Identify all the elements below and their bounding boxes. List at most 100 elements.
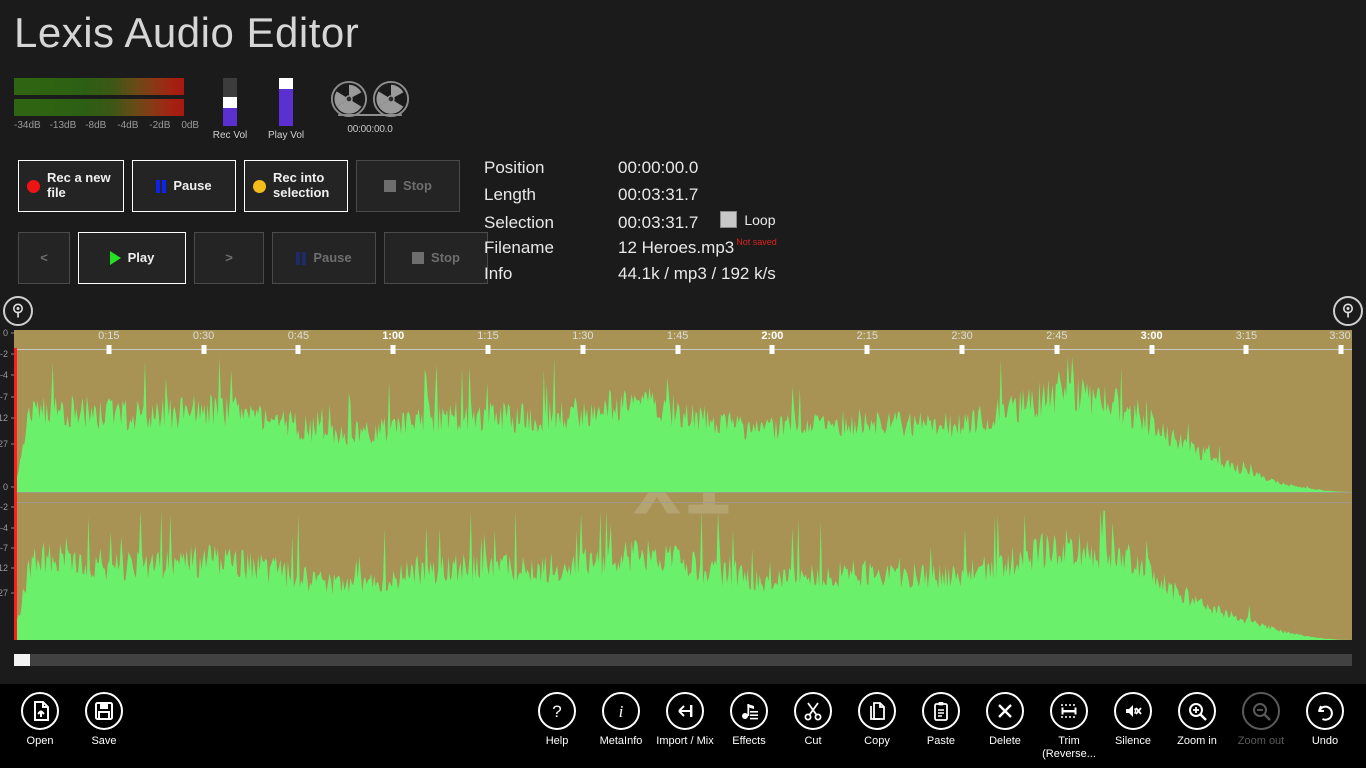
ruler-tick [201,345,207,354]
meter-scale-label: -2dB [149,120,171,131]
rec-pause-button[interactable]: Pause [132,160,236,212]
play-vol[interactable]: Play Vol [268,78,304,141]
meter-scale-label: -13dB [49,120,77,131]
zoom-in-button-label: Zoom in [1177,735,1217,747]
delete-button[interactable]: Delete [969,692,1041,748]
selection-start-marker[interactable] [3,296,33,326]
ruler-label: 2:45 [1046,330,1068,342]
zoom-in-button-circle [1178,692,1216,730]
rec-vol-track[interactable] [223,78,237,126]
metainfo-button[interactable]: i MetaInfo [585,692,657,748]
info-row: Selection 00:03:31.7 Loop [484,211,776,238]
channel-separator-top [14,492,1352,493]
undo-button-circle [1306,692,1344,730]
undo-arrow-icon [1318,705,1333,721]
import-mix-button-circle [666,692,704,730]
save-button[interactable]: Save [68,692,140,748]
meter-scale-label: -34dB [14,120,41,131]
zoom-out-button: Zoom out [1225,692,1297,748]
step-back-button: < [18,232,70,284]
effects-button-label: Effects [732,735,766,747]
horizontal-scrollbar[interactable] [14,654,1352,666]
db-axis-label: -7 [0,391,8,402]
ruler-label: 1:45 [666,330,689,342]
scrollbar-thumb[interactable] [14,654,30,666]
rec-into-selection-button[interactable]: Rec into selection [244,160,348,212]
tape-belt [338,114,402,116]
play-vol-track[interactable] [279,78,293,126]
db-axis-label: -12 [0,563,8,574]
play-vol-thumb[interactable] [279,78,293,89]
ruler-tick [390,345,396,354]
rec-vol-label: Rec Vol [212,130,248,141]
play-triangle-icon [109,251,121,265]
ruler-tick [295,345,301,354]
paste-button[interactable]: Paste [905,692,977,748]
play-button[interactable]: Play [78,232,186,284]
info-row: Filename 12 Heroes.mp3 Not saved [484,237,777,265]
effects-button[interactable]: Effects [713,692,785,748]
waveform-canvas[interactable]: 0:15 0:30 0:45 1:00 1:15 1:30 1:45 2:00 2:15 2:30… [14,330,1352,640]
channel-separator-bottom [14,502,1352,503]
import-mix-button[interactable]: Import / Mix [649,692,721,748]
db-axis-label: -27 [0,438,8,449]
zoom-out-button-label: Zoom out [1237,735,1285,747]
effects-button-circle [730,692,768,730]
cut-button-label: Cut [804,735,822,747]
save-disk-icon [95,702,113,720]
trim-button[interactable]: Trim (Reverse... [1033,692,1105,760]
open-button[interactable]: Open [4,692,76,748]
selection-end-marker[interactable] [1333,296,1363,326]
rec-vol[interactable]: Rec Vol [212,78,248,141]
ruler-label: 0:30 [192,330,215,342]
meter-scale-label: -8dB [85,120,107,131]
ruler-label: 1:30 [572,330,594,342]
db-axis-label: -7 [0,542,8,553]
play-stop-button-label: Stop [431,249,460,265]
help-button-circle: ? [538,692,576,730]
zoom-in-button[interactable]: Zoom in [1161,692,1233,748]
rec-vol-thumb[interactable] [223,96,237,108]
trim-button-label-line2: (Reverse... [1042,747,1096,760]
rec-new-file-button-label: Rec a new file [47,170,111,200]
svg-text:?: ? [552,702,561,721]
waveform-channel-right [14,504,1352,640]
help-button[interactable]: ? Help [521,692,593,748]
tape-reel-left-icon [330,80,368,118]
ruler-tick [1243,345,1249,354]
import-arrow-icon [678,705,693,717]
loop-toggle[interactable]: Loop [720,211,776,228]
loop-checkbox[interactable] [720,211,738,228]
zoom-out-button-circle [1242,692,1280,730]
info-key: Position [484,158,545,177]
undo-button[interactable]: Undo [1289,692,1361,748]
ruler-label: 3:15 [1235,330,1258,342]
copy-button[interactable]: Copy [841,692,913,748]
level-meters: -34dB -13dB -8dB -4dB -2dB 0dB [14,78,199,133]
question-icon: ? [552,702,561,721]
ruler-tick [106,345,112,354]
music-note-icon [742,704,758,720]
db-axis-label: 0 [2,327,8,338]
db-axis-label: -27 [0,587,8,598]
x-cross-icon [998,704,1012,718]
rec-new-file-button[interactable]: Rec a new file [18,160,124,212]
cut-button[interactable]: Cut [777,692,849,748]
stop-square-icon [412,252,425,264]
silence-button[interactable]: Silence [1097,692,1169,748]
rec-into-selection-button-label: Rec into selection [273,170,330,200]
info-key: Filename [484,237,554,257]
ruler-tick [1149,345,1155,354]
info-value: 00:03:31.7 [618,184,699,204]
trim-button-circle [1050,692,1088,730]
ruler-tick [580,345,586,354]
waveform-region[interactable]: 0:15 0:30 0:45 1:00 1:15 1:30 1:45 2:00 2:15 2:30… [0,296,1366,668]
waveform-path [14,357,1352,492]
ruler-label: 0:15 [98,330,120,342]
playhead-cursor[interactable] [14,348,17,640]
undo-button-label: Undo [1311,735,1339,747]
track-info-panel: Position 00:00:00.0 Length 00:03:31.7 Select… [484,158,777,291]
zoom-out-icon [1253,703,1271,721]
open-button-circle [21,692,59,730]
info-key: Length [484,184,536,204]
